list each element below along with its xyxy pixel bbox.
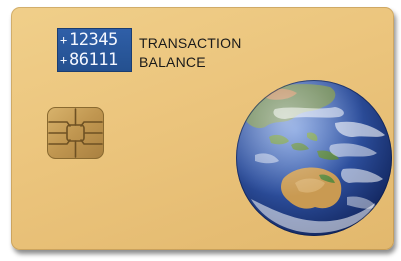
- transaction-label: TRANSACTION: [139, 35, 242, 51]
- lcd-balance-value: 86111: [69, 50, 118, 70]
- earth-globe-icon: [236, 80, 392, 236]
- lcd-balance-sign: +: [60, 53, 67, 67]
- lcd-transaction-sign: +: [60, 33, 67, 47]
- balance-label: BALANCE: [139, 54, 206, 70]
- lcd-transaction-value: 12345: [69, 30, 118, 50]
- lcd-balance-row: +86111: [60, 50, 131, 70]
- lcd-transaction-row: +12345: [60, 30, 131, 50]
- smart-card: +12345 +86111 TRANSACTION BALANCE: [11, 7, 394, 250]
- lcd-display: +12345 +86111: [57, 28, 132, 72]
- smart-card-chip-icon: [47, 107, 104, 159]
